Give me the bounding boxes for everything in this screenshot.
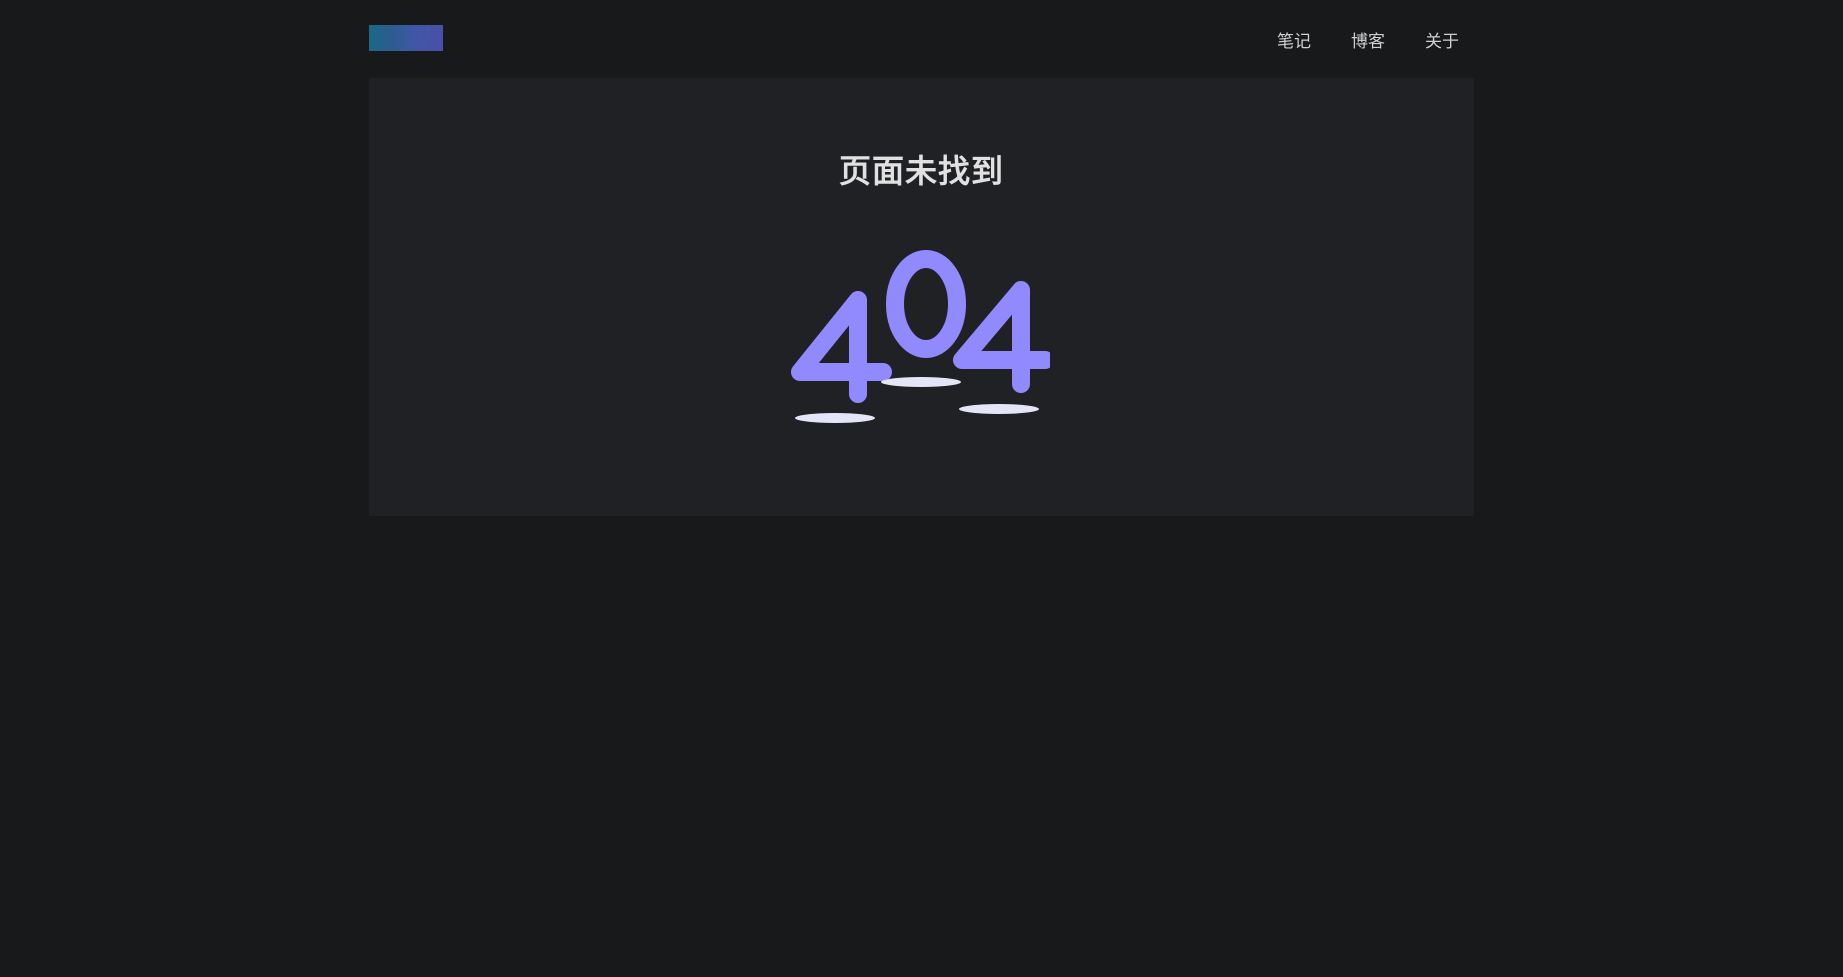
shadow-right: [959, 404, 1039, 414]
shadow-middle: [881, 377, 961, 387]
nav-item-notes[interactable]: 笔记: [1262, 26, 1326, 59]
nav-item-blog[interactable]: 博客: [1336, 26, 1400, 59]
404-illustration: [790, 248, 1050, 428]
digit-zero: [886, 250, 966, 358]
nav-item-about[interactable]: 关于: [1410, 26, 1474, 59]
site-header: 笔记 博客 关于: [369, 0, 1474, 78]
digit-four-right: [953, 281, 1050, 393]
site-logo[interactable]: [369, 25, 443, 51]
page-title: 页面未找到: [838, 152, 1004, 190]
shadow-left: [795, 413, 875, 423]
digit-four-left: [791, 291, 892, 403]
page: 笔记 博客 关于 页面未找到: [0, 0, 1843, 977]
top-nav: 笔记 博客 关于: [1252, 26, 1474, 59]
